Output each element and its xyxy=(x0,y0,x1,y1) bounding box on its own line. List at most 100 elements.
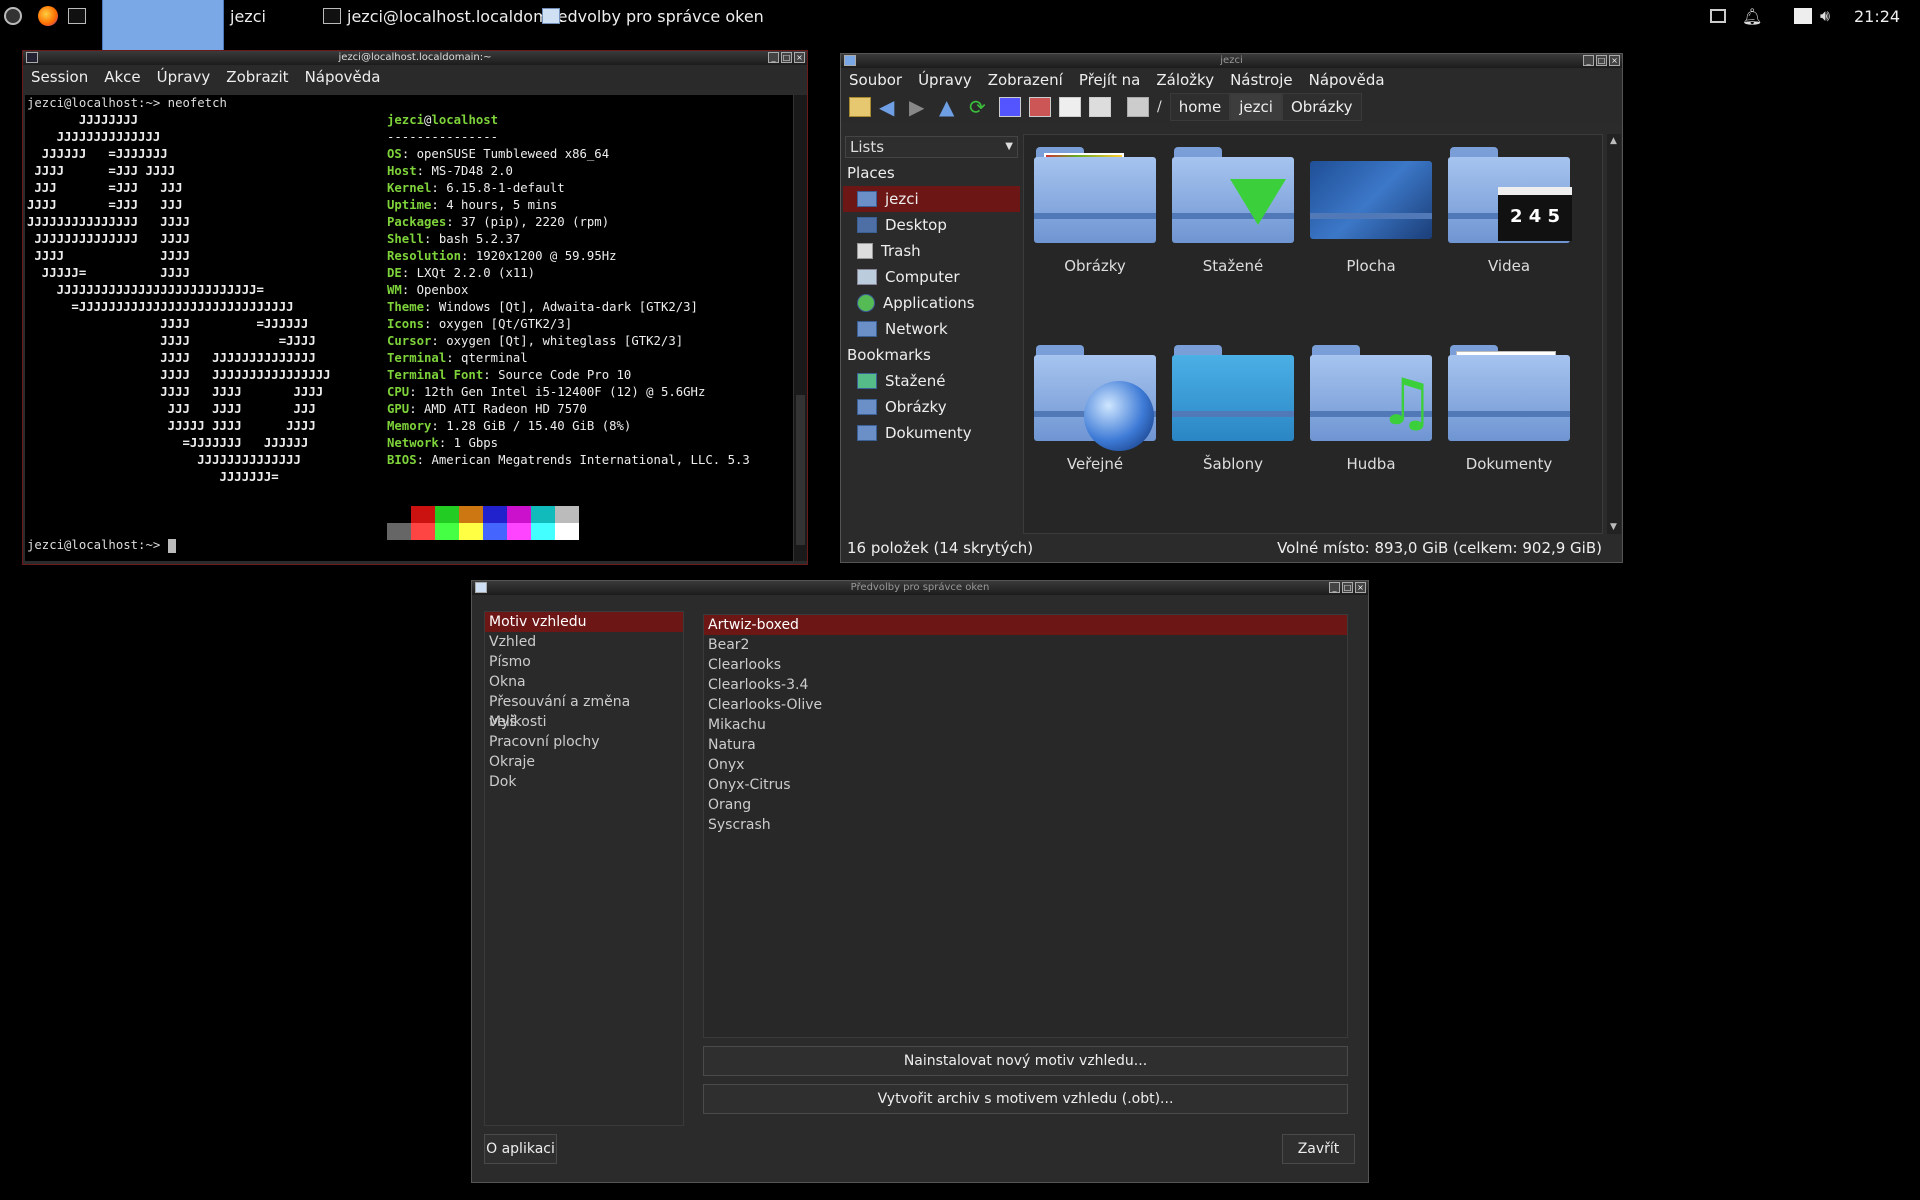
menu-akce[interactable]: Akce xyxy=(96,68,148,86)
category-list: Motiv vzhledu Vzhled Písmo Okna Přesouvání a… xyxy=(484,611,684,1126)
maximize-button[interactable]: □ xyxy=(1342,582,1353,593)
folder-item-public[interactable]: Veřejné xyxy=(1030,341,1160,473)
preferences-titlebar[interactable]: Předvolby pro správce oken _ □ × xyxy=(472,581,1368,595)
theme-item[interactable]: Mikachu xyxy=(704,715,1347,735)
folder-item-downloads[interactable]: Stažené xyxy=(1168,143,1298,275)
taskbar-task-prefs[interactable]: Předvolby pro správce oken xyxy=(542,0,764,32)
menu-upravy[interactable]: Úpravy xyxy=(149,68,219,86)
bookmark-stazene[interactable]: Stažené xyxy=(843,368,1020,394)
folder-item-music[interactable]: ♫ Hudba xyxy=(1306,341,1436,473)
close-dialog-button[interactable]: Zavřít xyxy=(1282,1134,1355,1164)
close-button[interactable]: × xyxy=(1609,55,1620,66)
sidebar-item-desktop[interactable]: Desktop xyxy=(843,212,1020,238)
folder-item-videos[interactable]: 2 4 5 Videa xyxy=(1444,143,1574,275)
maximize-button[interactable]: □ xyxy=(781,52,792,63)
terminal-titlebar[interactable]: jezci@localhost.localdomain:~ _ □ × xyxy=(23,51,807,65)
terminal-icon xyxy=(323,8,341,24)
category-item[interactable]: Dok xyxy=(485,772,683,792)
sidebar-item-applications[interactable]: Applications xyxy=(843,290,1020,316)
notification-bell-icon[interactable]: 🔔︎ xyxy=(1742,0,1762,32)
folder-item-templates[interactable]: Šablony xyxy=(1168,341,1298,473)
minimize-button[interactable]: _ xyxy=(1329,582,1340,593)
folder-item-pictures[interactable]: Obrázky xyxy=(1030,143,1160,275)
bookmark-dokumenty[interactable]: Dokumenty xyxy=(843,420,1020,446)
taskbar-task-terminal[interactable]: jezci@localhost.localdom... xyxy=(323,0,564,32)
category-item[interactable]: Myš xyxy=(485,712,683,732)
minimize-button[interactable]: _ xyxy=(1583,55,1594,66)
terminal-output[interactable]: jezci@localhost:~> neofetch JJJJJJJJ JJJ… xyxy=(25,95,795,561)
file-manager-titlebar[interactable]: jezci _ □ × xyxy=(841,54,1622,68)
sidebar-item-computer[interactable]: Computer xyxy=(843,264,1020,290)
theme-item[interactable]: Clearlooks-Olive xyxy=(704,695,1347,715)
folder-item-documents[interactable]: Dokumenty xyxy=(1444,341,1574,473)
taskbar-folder-jezci[interactable]: jezci xyxy=(102,0,266,66)
theme-item[interactable]: Onyx-Citrus xyxy=(704,775,1347,795)
theme-item[interactable]: Clearlooks-3.4 xyxy=(704,675,1347,695)
category-item[interactable]: Písmo xyxy=(485,652,683,672)
menu-zalozky[interactable]: Záložky xyxy=(1148,71,1222,89)
sidebar-item-network[interactable]: Network xyxy=(843,316,1020,342)
theme-item[interactable]: Bear2 xyxy=(704,635,1347,655)
prompt-line[interactable]: jezci@localhost:~> xyxy=(27,537,176,554)
app-menu-icon[interactable] xyxy=(4,0,22,32)
terminal-scrollbar[interactable] xyxy=(793,95,807,561)
file-view[interactable]: Obrázky Stažené Plocha 2 4 5 Videa Veřejné Šab… xyxy=(1023,134,1603,534)
clipboard-tray-icon[interactable] xyxy=(1794,0,1812,32)
theme-item[interactable]: Orang xyxy=(704,795,1347,815)
sidebar-item-trash[interactable]: Trash xyxy=(843,238,1020,264)
forward-arrow-icon[interactable]: ▶ xyxy=(909,97,931,117)
menu-soubor[interactable]: Soubor xyxy=(841,71,910,89)
create-archive-button[interactable]: Vytvořit archiv s motivem vzhledu (.obt)… xyxy=(703,1084,1348,1114)
back-arrow-icon[interactable]: ◀ xyxy=(879,97,901,117)
breadcrumb-jezci[interactable]: jezci xyxy=(1230,93,1282,121)
theme-item[interactable]: Syscrash xyxy=(704,815,1347,835)
path-root[interactable]: / xyxy=(1157,99,1162,115)
folder-item-desktop[interactable]: Plocha xyxy=(1306,143,1436,275)
theme-item[interactable]: Artwiz-boxed xyxy=(704,615,1347,635)
menu-session[interactable]: Session xyxy=(23,68,96,86)
category-item[interactable]: Motiv vzhledu xyxy=(485,612,683,632)
breadcrumb-obrazky[interactable]: Obrázky xyxy=(1281,93,1362,121)
menu-napoveda[interactable]: Nápověda xyxy=(1301,71,1393,89)
maximize-button[interactable]: □ xyxy=(1596,55,1607,66)
menu-upravy[interactable]: Úpravy xyxy=(910,71,980,89)
minimize-button[interactable]: _ xyxy=(768,52,779,63)
compact-view-icon[interactable] xyxy=(1059,97,1081,117)
file-view-scrollbar[interactable]: ▲ ▼ xyxy=(1607,134,1621,534)
menu-prejit-na[interactable]: Přejít na xyxy=(1071,71,1149,89)
theme-item[interactable]: Clearlooks xyxy=(704,655,1347,675)
clock[interactable]: 21:24 xyxy=(1854,0,1900,32)
thumbnail-view-icon[interactable] xyxy=(1029,97,1051,117)
close-button[interactable]: × xyxy=(1355,582,1366,593)
detail-view-icon[interactable] xyxy=(1089,97,1111,117)
terminal-launcher-icon[interactable] xyxy=(68,0,86,32)
bookmark-obrazky[interactable]: Obrázky xyxy=(843,394,1020,420)
category-item[interactable]: Okna xyxy=(485,672,683,692)
breadcrumb-home[interactable]: home xyxy=(1169,93,1231,121)
theme-item[interactable]: Onyx xyxy=(704,755,1347,775)
menu-nastroje[interactable]: Nástroje xyxy=(1222,71,1301,89)
sidebar-item-jezci[interactable]: jezci xyxy=(843,186,1020,212)
category-item[interactable]: Okraje xyxy=(485,752,683,772)
menu-napoveda[interactable]: Nápověda xyxy=(297,68,389,86)
color-swatch xyxy=(483,523,507,540)
firefox-icon[interactable] xyxy=(38,0,58,32)
category-item[interactable]: Vzhled xyxy=(485,632,683,652)
network-tray-icon[interactable] xyxy=(1710,0,1726,32)
theme-item[interactable]: Natura xyxy=(704,735,1347,755)
install-theme-button[interactable]: Nainstalovat nový motiv vzhledu... xyxy=(703,1046,1348,1076)
close-button[interactable]: × xyxy=(794,52,805,63)
reload-icon[interactable]: ⟳ xyxy=(969,97,991,117)
volume-icon[interactable]: 🔊︎ xyxy=(1820,0,1830,32)
new-folder-icon[interactable] xyxy=(849,97,871,117)
category-item[interactable]: Pracovní plochy xyxy=(485,732,683,752)
menu-zobrazit[interactable]: Zobrazit xyxy=(218,68,296,86)
menu-zobrazeni[interactable]: Zobrazení xyxy=(980,71,1071,89)
icon-view-icon[interactable] xyxy=(999,97,1021,117)
category-item[interactable]: Přesouvání a změna velikosti xyxy=(485,692,683,730)
up-arrow-icon[interactable]: ▲ xyxy=(939,97,961,117)
logo-line: JJJJJJJJJJJJJJ xyxy=(27,130,161,144)
about-button[interactable]: O aplikaci xyxy=(484,1134,557,1164)
view-select[interactable]: Lists ▼ xyxy=(845,136,1018,158)
drive-icon[interactable] xyxy=(1127,97,1149,117)
